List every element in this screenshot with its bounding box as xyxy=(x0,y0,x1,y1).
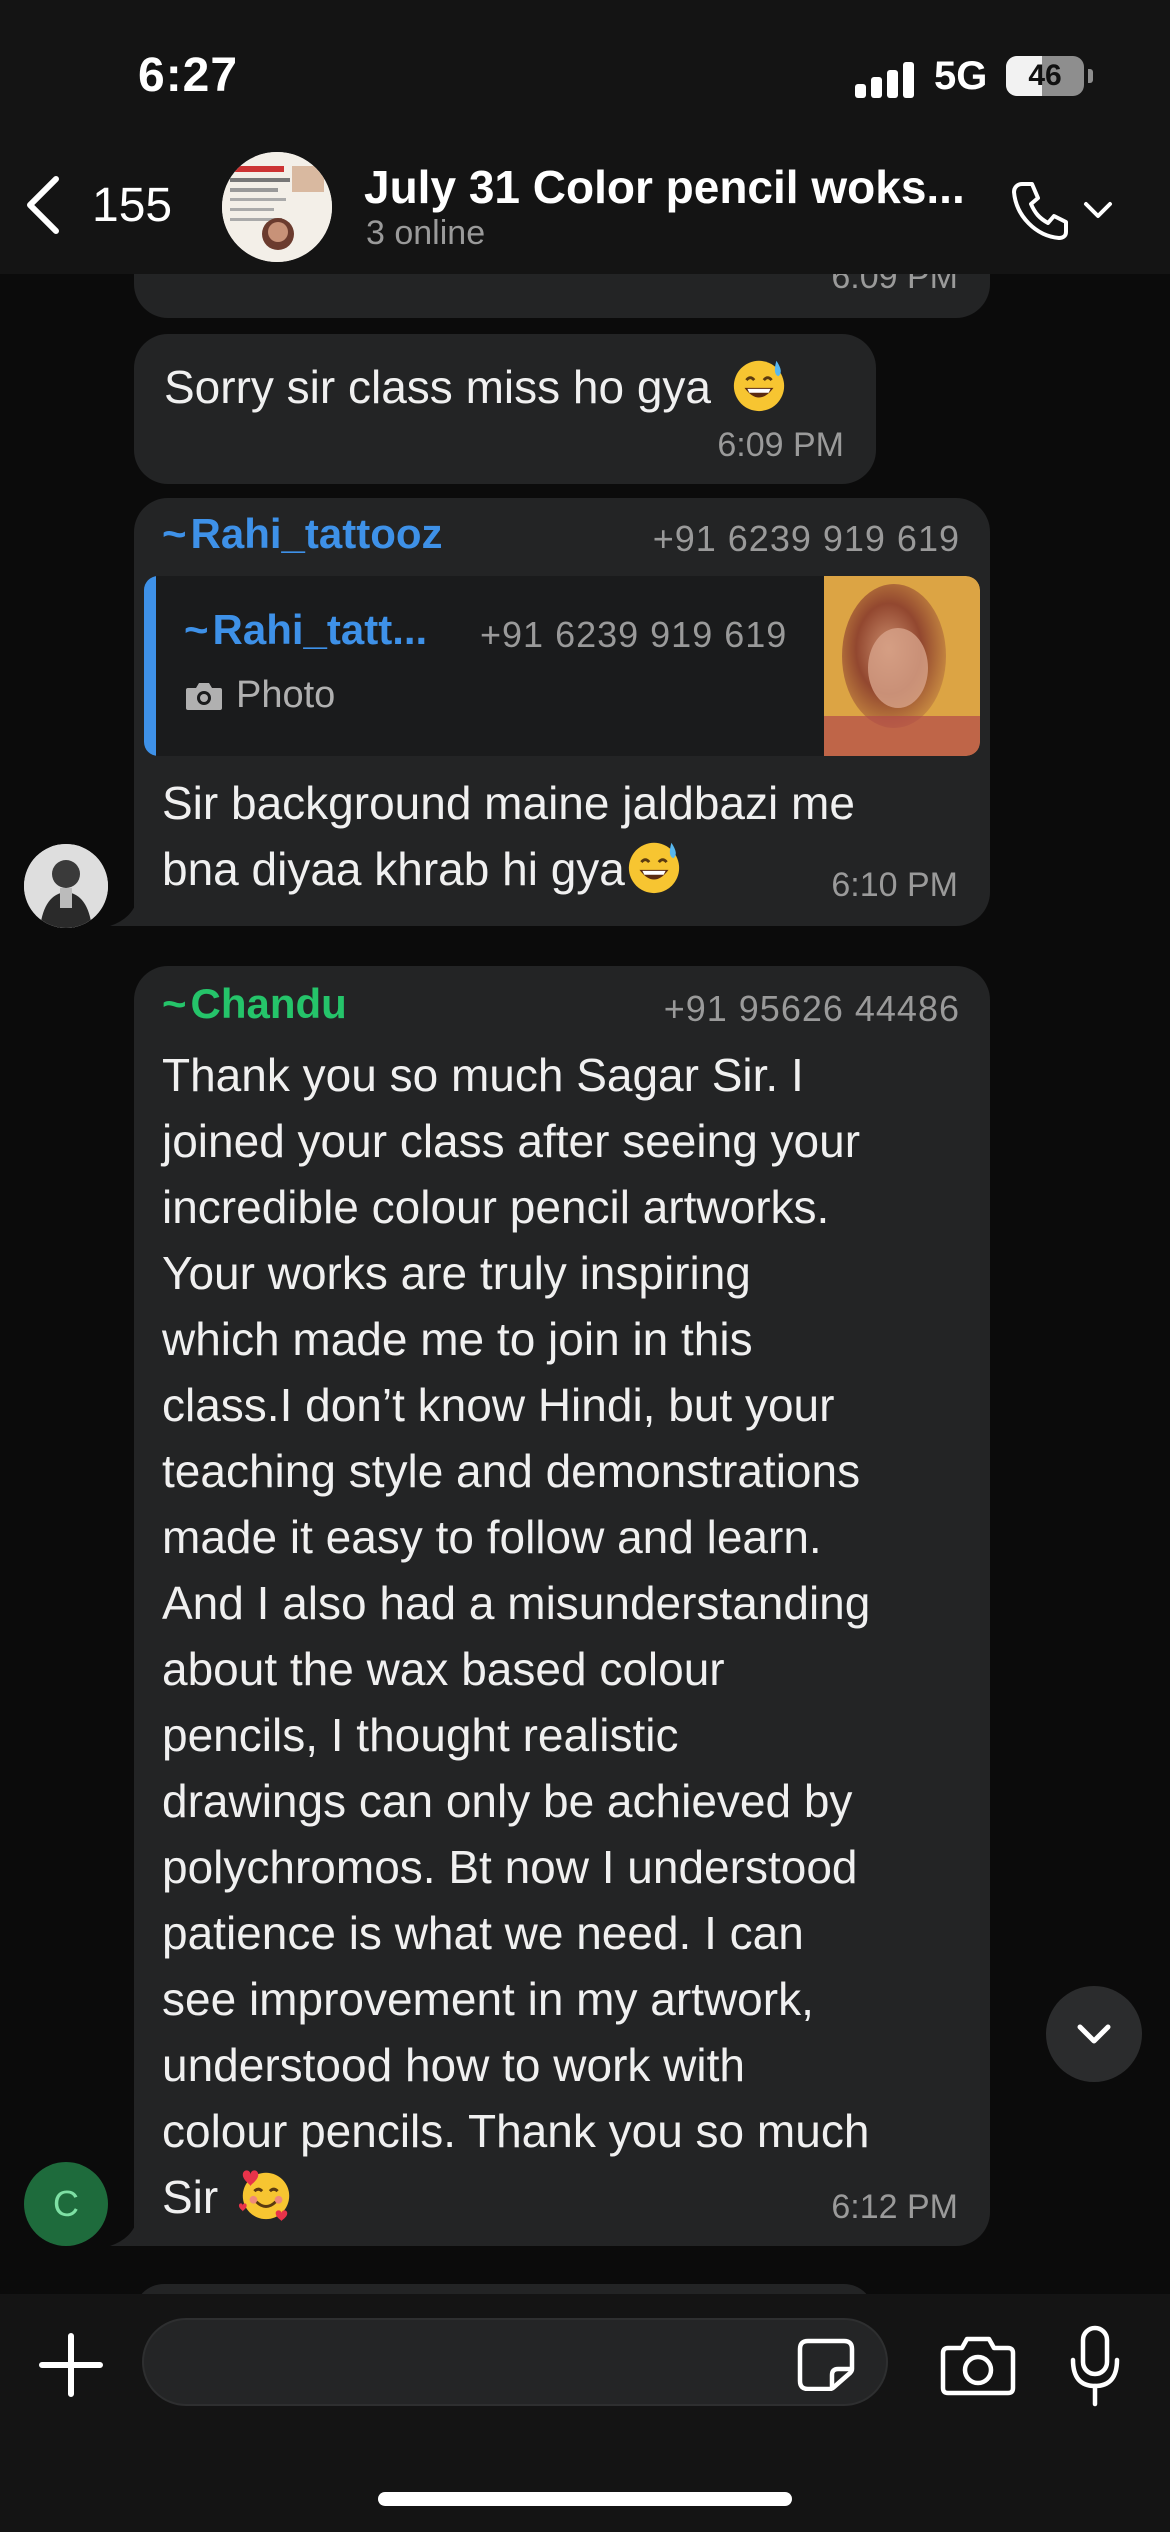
quoted-phone: +91 6239 919 619 xyxy=(480,614,788,655)
battery-percent: 46 xyxy=(1028,59,1062,92)
message-line: patience is what we need. I can xyxy=(162,1907,804,1959)
message-sender[interactable]: ~Chandu xyxy=(162,980,347,1028)
sender-avatar[interactable] xyxy=(24,844,108,928)
message-bubble[interactable]: ~Chandu +91 95626 44486 Thank you so muc… xyxy=(134,966,990,2246)
scroll-to-bottom-button[interactable] xyxy=(1046,1986,1142,2082)
message-line: Sir xyxy=(162,2171,219,2223)
home-indicator xyxy=(378,2492,792,2506)
group-avatar[interactable] xyxy=(222,152,332,262)
sweat-smile-emoji-icon xyxy=(733,360,784,412)
message-line: class.I don’t know Hindi, but your xyxy=(162,1379,835,1431)
plus-icon[interactable] xyxy=(36,2330,106,2400)
message-line: about the wax based colour xyxy=(162,1643,725,1695)
sender-phone: +91 95626 44486 xyxy=(663,988,960,1029)
sender-tilde: ~ xyxy=(184,606,209,653)
sweat-smile-emoji-icon xyxy=(628,842,680,894)
camera-icon xyxy=(186,682,222,710)
sticker-icon[interactable] xyxy=(796,2337,856,2391)
message-line: which made me to join in this xyxy=(162,1313,753,1365)
quoted-label: Photo xyxy=(236,674,336,716)
message-line: see improvement in my artwork, xyxy=(162,1973,814,2025)
message-text: Sir background maine jaldbazi me bna diy… xyxy=(162,770,855,902)
quoted-message[interactable]: ~Rahi_tatt... +91 6239 919 619 Photo xyxy=(144,576,980,756)
status-bar: 6:27 5G 46 xyxy=(0,0,1170,150)
smiling-face-with-hearts-emoji-icon xyxy=(238,2170,290,2222)
chat-header: 155 July 31 Color pencil woks... 3 onlin… xyxy=(0,140,1170,274)
message-input-bar xyxy=(0,2294,1170,2532)
microphone-icon[interactable] xyxy=(1068,2324,1122,2408)
message-line: colour pencils. Thank you so much xyxy=(162,2105,870,2157)
message-line: Thank you so much Sagar Sir. I xyxy=(162,1049,804,1101)
chat-messages[interactable]: A5 size 6:09 PM Sorry sir class miss ho … xyxy=(0,274,1170,2294)
message-time: 6:10 PM xyxy=(831,866,958,904)
status-time: 6:27 xyxy=(138,49,239,102)
message-text: Sorry sir class miss ho gya xyxy=(164,354,788,420)
message-line: pencils, I thought realistic xyxy=(162,1709,679,1761)
sender-name: Rahi_tattooz xyxy=(190,510,443,557)
message-sender[interactable]: ~Rahi_tattooz xyxy=(162,510,443,558)
message-line-with-emoji: bna diyaa khrab hi gya xyxy=(162,836,855,902)
message-line: bna diyaa khrab hi gya xyxy=(162,843,625,895)
message-line: drawings can only be achieved by xyxy=(162,1775,853,1827)
message-text: Thank you so much Sagar Sir. I joined yo… xyxy=(162,1042,870,2230)
unread-count: 155 xyxy=(92,178,173,232)
signal-icon xyxy=(855,62,915,98)
message-line: Your works are truly inspiring xyxy=(162,1247,751,1299)
message-line: And I also had a misunderstanding xyxy=(162,1577,871,1629)
bubble-tail xyxy=(110,2216,150,2246)
chevron-down-icon xyxy=(1084,202,1112,218)
camera-icon[interactable] xyxy=(940,2334,1016,2396)
message-time: 6:12 PM xyxy=(831,2188,958,2226)
message-bubble-partial[interactable] xyxy=(134,2284,874,2294)
phone-icon xyxy=(1012,182,1068,240)
quoted-sender-name: Rahi_tatt... xyxy=(212,606,428,653)
chat-title[interactable]: July 31 Color pencil woks... xyxy=(364,160,984,214)
sender-avatar[interactable]: C xyxy=(24,2162,108,2246)
message-line: teaching style and demonstrations xyxy=(162,1445,861,1497)
chevron-down-icon xyxy=(1077,2024,1111,2044)
battery-icon: 46 xyxy=(1006,56,1084,96)
message-time: 6:09 PM xyxy=(831,274,958,296)
sender-tilde: ~ xyxy=(162,510,187,557)
message-line: incredible colour pencil artworks. xyxy=(162,1181,830,1233)
avatar-letter: C xyxy=(53,2183,79,2224)
message-line-with-emoji: Sir xyxy=(162,2164,870,2230)
bubble-tail xyxy=(110,896,150,926)
message-line: understood how to work with xyxy=(162,2039,745,2091)
group-avatar-image xyxy=(222,152,332,262)
chevron-left-icon xyxy=(27,176,59,234)
message-text: A5 size xyxy=(164,274,315,286)
message-line: joined your class after seeing your xyxy=(162,1115,861,1167)
message-line: polychromos. Bt now I understood xyxy=(162,1841,858,1893)
message-bubble-partial[interactable]: A5 size 6:09 PM xyxy=(134,274,990,318)
call-button[interactable] xyxy=(1008,170,1118,250)
message-line: made it easy to follow and learn. xyxy=(162,1511,822,1563)
sender-name: Chandu xyxy=(190,980,347,1027)
quote-bar xyxy=(144,576,156,756)
message-bubble[interactable]: Sorry sir class miss ho gya 6:09 PM xyxy=(134,334,876,484)
photo-thumbnail-image xyxy=(824,576,980,756)
message-line: Sir background maine jaldbazi me xyxy=(162,777,855,829)
sender-phone: +91 6239 919 619 xyxy=(652,518,960,559)
battery-tip xyxy=(1088,69,1093,83)
message-text-content: Sorry sir class miss ho gya xyxy=(164,361,712,413)
network-type: 5G xyxy=(934,54,988,98)
avatar-image xyxy=(24,844,108,928)
message-input[interactable] xyxy=(142,2318,888,2406)
message-time: 6:09 PM xyxy=(717,426,844,464)
quoted-photo-thumbnail xyxy=(824,576,980,756)
quoted-sender: ~Rahi_tatt... xyxy=(184,606,427,654)
quoted-photo-label: Photo xyxy=(184,674,335,717)
online-status: 3 online xyxy=(366,214,486,252)
sender-tilde: ~ xyxy=(162,980,187,1027)
back-button[interactable]: 155 xyxy=(22,170,172,240)
